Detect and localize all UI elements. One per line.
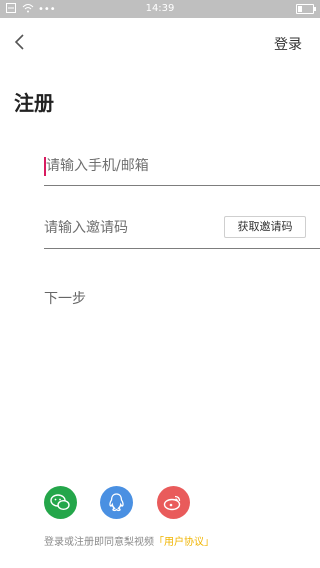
status-bar: ••• 14:39: [0, 0, 320, 18]
invite-code-field: 获取邀请码: [44, 212, 320, 249]
page-title: 注册: [14, 91, 54, 115]
weibo-login-button[interactable]: [157, 486, 190, 519]
invite-code-input[interactable]: [44, 220, 214, 236]
weibo-icon: [163, 495, 181, 511]
qq-icon: [109, 493, 124, 512]
status-time: 14:39: [145, 3, 175, 14]
qq-login-button[interactable]: [100, 486, 133, 519]
phone-email-input[interactable]: [46, 158, 296, 174]
agreement-text: 登录或注册即同意梨视频: [44, 537, 154, 548]
get-invite-code-button[interactable]: 获取邀请码: [224, 216, 306, 238]
phone-email-field: [44, 151, 320, 186]
user-agreement-link[interactable]: 「用户协议」: [154, 537, 214, 548]
next-step-button[interactable]: 下一步: [44, 288, 86, 308]
user-agreement-notice: 登录或注册即同意梨视频「用户协议」: [44, 533, 214, 548]
wechat-icon: [50, 494, 70, 511]
back-icon[interactable]: [10, 30, 30, 54]
wechat-login-button[interactable]: [44, 486, 77, 519]
battery-icon: [296, 4, 316, 14]
login-link[interactable]: 登录: [274, 34, 302, 54]
